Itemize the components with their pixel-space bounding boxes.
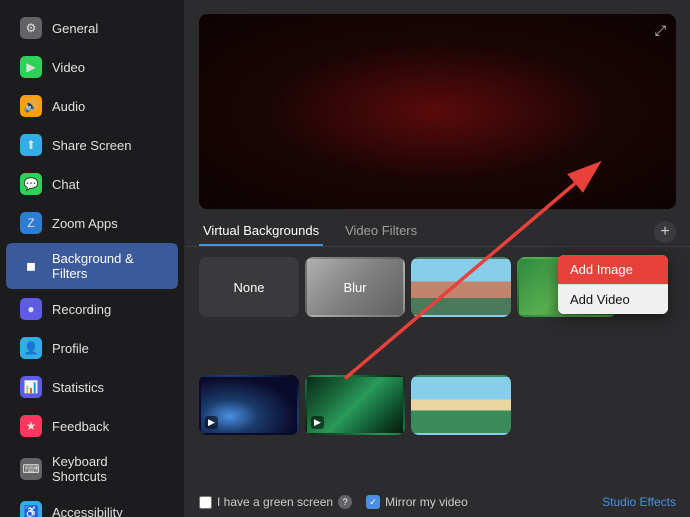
sidebar-item-keyboard-shortcuts[interactable]: ⌨ Keyboard Shortcuts <box>6 446 178 492</box>
main-content: ⤢ Virtual Backgrounds Video Filters + Add… <box>185 0 690 517</box>
green-screen-help-icon[interactable]: ? <box>338 495 352 509</box>
dropdown-add-video[interactable]: Add Video <box>558 285 668 314</box>
mirror-checkbox[interactable]: ✓ <box>366 495 380 509</box>
sidebar-item-zoom-apps[interactable]: Z Zoom Apps <box>6 204 178 242</box>
footer-bar: I have a green screen ? ✓ Mirror my vide… <box>185 487 690 517</box>
video-preview: ⤢ <box>199 14 676 209</box>
sidebar-label-video: Video <box>52 60 85 75</box>
mirror-label: Mirror my video <box>385 495 468 509</box>
plus-icon: + <box>660 223 669 241</box>
sidebar-item-statistics[interactable]: 📊 Statistics <box>6 368 178 406</box>
sidebar-item-share-screen[interactable]: ⬆ Share Screen <box>6 126 178 164</box>
sidebar-label-audio: Audio <box>52 99 85 114</box>
recording-icon: ● <box>20 298 42 320</box>
sidebar-label-chat: Chat <box>52 177 79 192</box>
audio-icon: 🔊 <box>20 95 42 117</box>
sidebar-label-statistics: Statistics <box>52 380 104 395</box>
expand-icon[interactable]: ⤢ <box>655 22 666 39</box>
bg-item-golden-gate[interactable] <box>411 257 511 317</box>
dropdown-add-image[interactable]: Add Image <box>558 255 668 285</box>
sidebar-label-share-screen: Share Screen <box>52 138 132 153</box>
sidebar-label-recording: Recording <box>52 302 111 317</box>
tab-virtual-backgrounds[interactable]: Virtual Backgrounds <box>199 217 323 246</box>
sidebar-item-general[interactable]: ⚙ General <box>6 9 178 47</box>
sidebar-label-general: General <box>52 21 98 36</box>
add-background-button[interactable]: + Add ImageAdd Video <box>654 221 676 243</box>
sidebar-item-profile[interactable]: 👤 Profile <box>6 329 178 367</box>
add-dropdown: Add ImageAdd Video <box>558 255 668 314</box>
bg-item-blur[interactable]: Blur <box>305 257 405 317</box>
share-screen-icon: ⬆ <box>20 134 42 156</box>
sidebar-item-audio[interactable]: 🔊 Audio <box>6 87 178 125</box>
sidebar-item-feedback[interactable]: ★ Feedback <box>6 407 178 445</box>
chat-icon: 💬 <box>20 173 42 195</box>
sidebar-label-profile: Profile <box>52 341 89 356</box>
sidebar-item-video[interactable]: ▶ Video <box>6 48 178 86</box>
sidebar-label-accessibility: Accessibility <box>52 505 123 517</box>
profile-icon: 👤 <box>20 337 42 359</box>
statistics-icon: 📊 <box>20 376 42 398</box>
tabs-bar: Virtual Backgrounds Video Filters + Add I… <box>185 217 690 247</box>
sidebar-item-background-filters[interactable]: ◼ Background & Filters <box>6 243 178 289</box>
accessibility-icon: ♿ <box>20 501 42 517</box>
video-badge-icon: ▶ <box>311 416 324 429</box>
tab-video-filters[interactable]: Video Filters <box>341 217 421 246</box>
sidebar-label-zoom-apps: Zoom Apps <box>52 216 118 231</box>
sidebar-item-recording[interactable]: ● Recording <box>6 290 178 328</box>
green-screen-checkbox[interactable] <box>199 496 212 509</box>
sidebar: ⚙ General ▶ Video 🔊 Audio ⬆ Share Screen 💬 Chat ZZ… <box>0 0 185 517</box>
feedback-icon: ★ <box>20 415 42 437</box>
general-icon: ⚙ <box>20 17 42 39</box>
sidebar-label-keyboard-shortcuts: Keyboard Shortcuts <box>52 454 164 484</box>
green-screen-option[interactable]: I have a green screen ? <box>199 495 352 509</box>
video-badge-icon: ▶ <box>205 416 218 429</box>
bg-item-space[interactable]: ▶ <box>199 375 299 435</box>
sidebar-item-accessibility[interactable]: ♿ Accessibility <box>6 493 178 517</box>
bg-item-beach[interactable] <box>411 375 511 435</box>
sidebar-item-chat[interactable]: 💬 Chat <box>6 165 178 203</box>
background-filters-icon: ◼ <box>20 255 42 277</box>
video-icon: ▶ <box>20 56 42 78</box>
sidebar-label-background-filters: Background & Filters <box>52 251 164 281</box>
zoom-apps-icon: Z <box>20 212 42 234</box>
mirror-check-icon: ✓ <box>369 497 377 508</box>
green-screen-label: I have a green screen <box>217 495 333 509</box>
keyboard-shortcuts-icon: ⌨ <box>20 458 42 480</box>
bg-item-aurora[interactable]: ▶ <box>305 375 405 435</box>
sidebar-label-feedback: Feedback <box>52 419 109 434</box>
studio-effects-link[interactable]: Studio Effects <box>602 495 676 509</box>
mirror-option[interactable]: ✓ Mirror my video <box>366 495 468 509</box>
bg-item-none[interactable]: None <box>199 257 299 317</box>
